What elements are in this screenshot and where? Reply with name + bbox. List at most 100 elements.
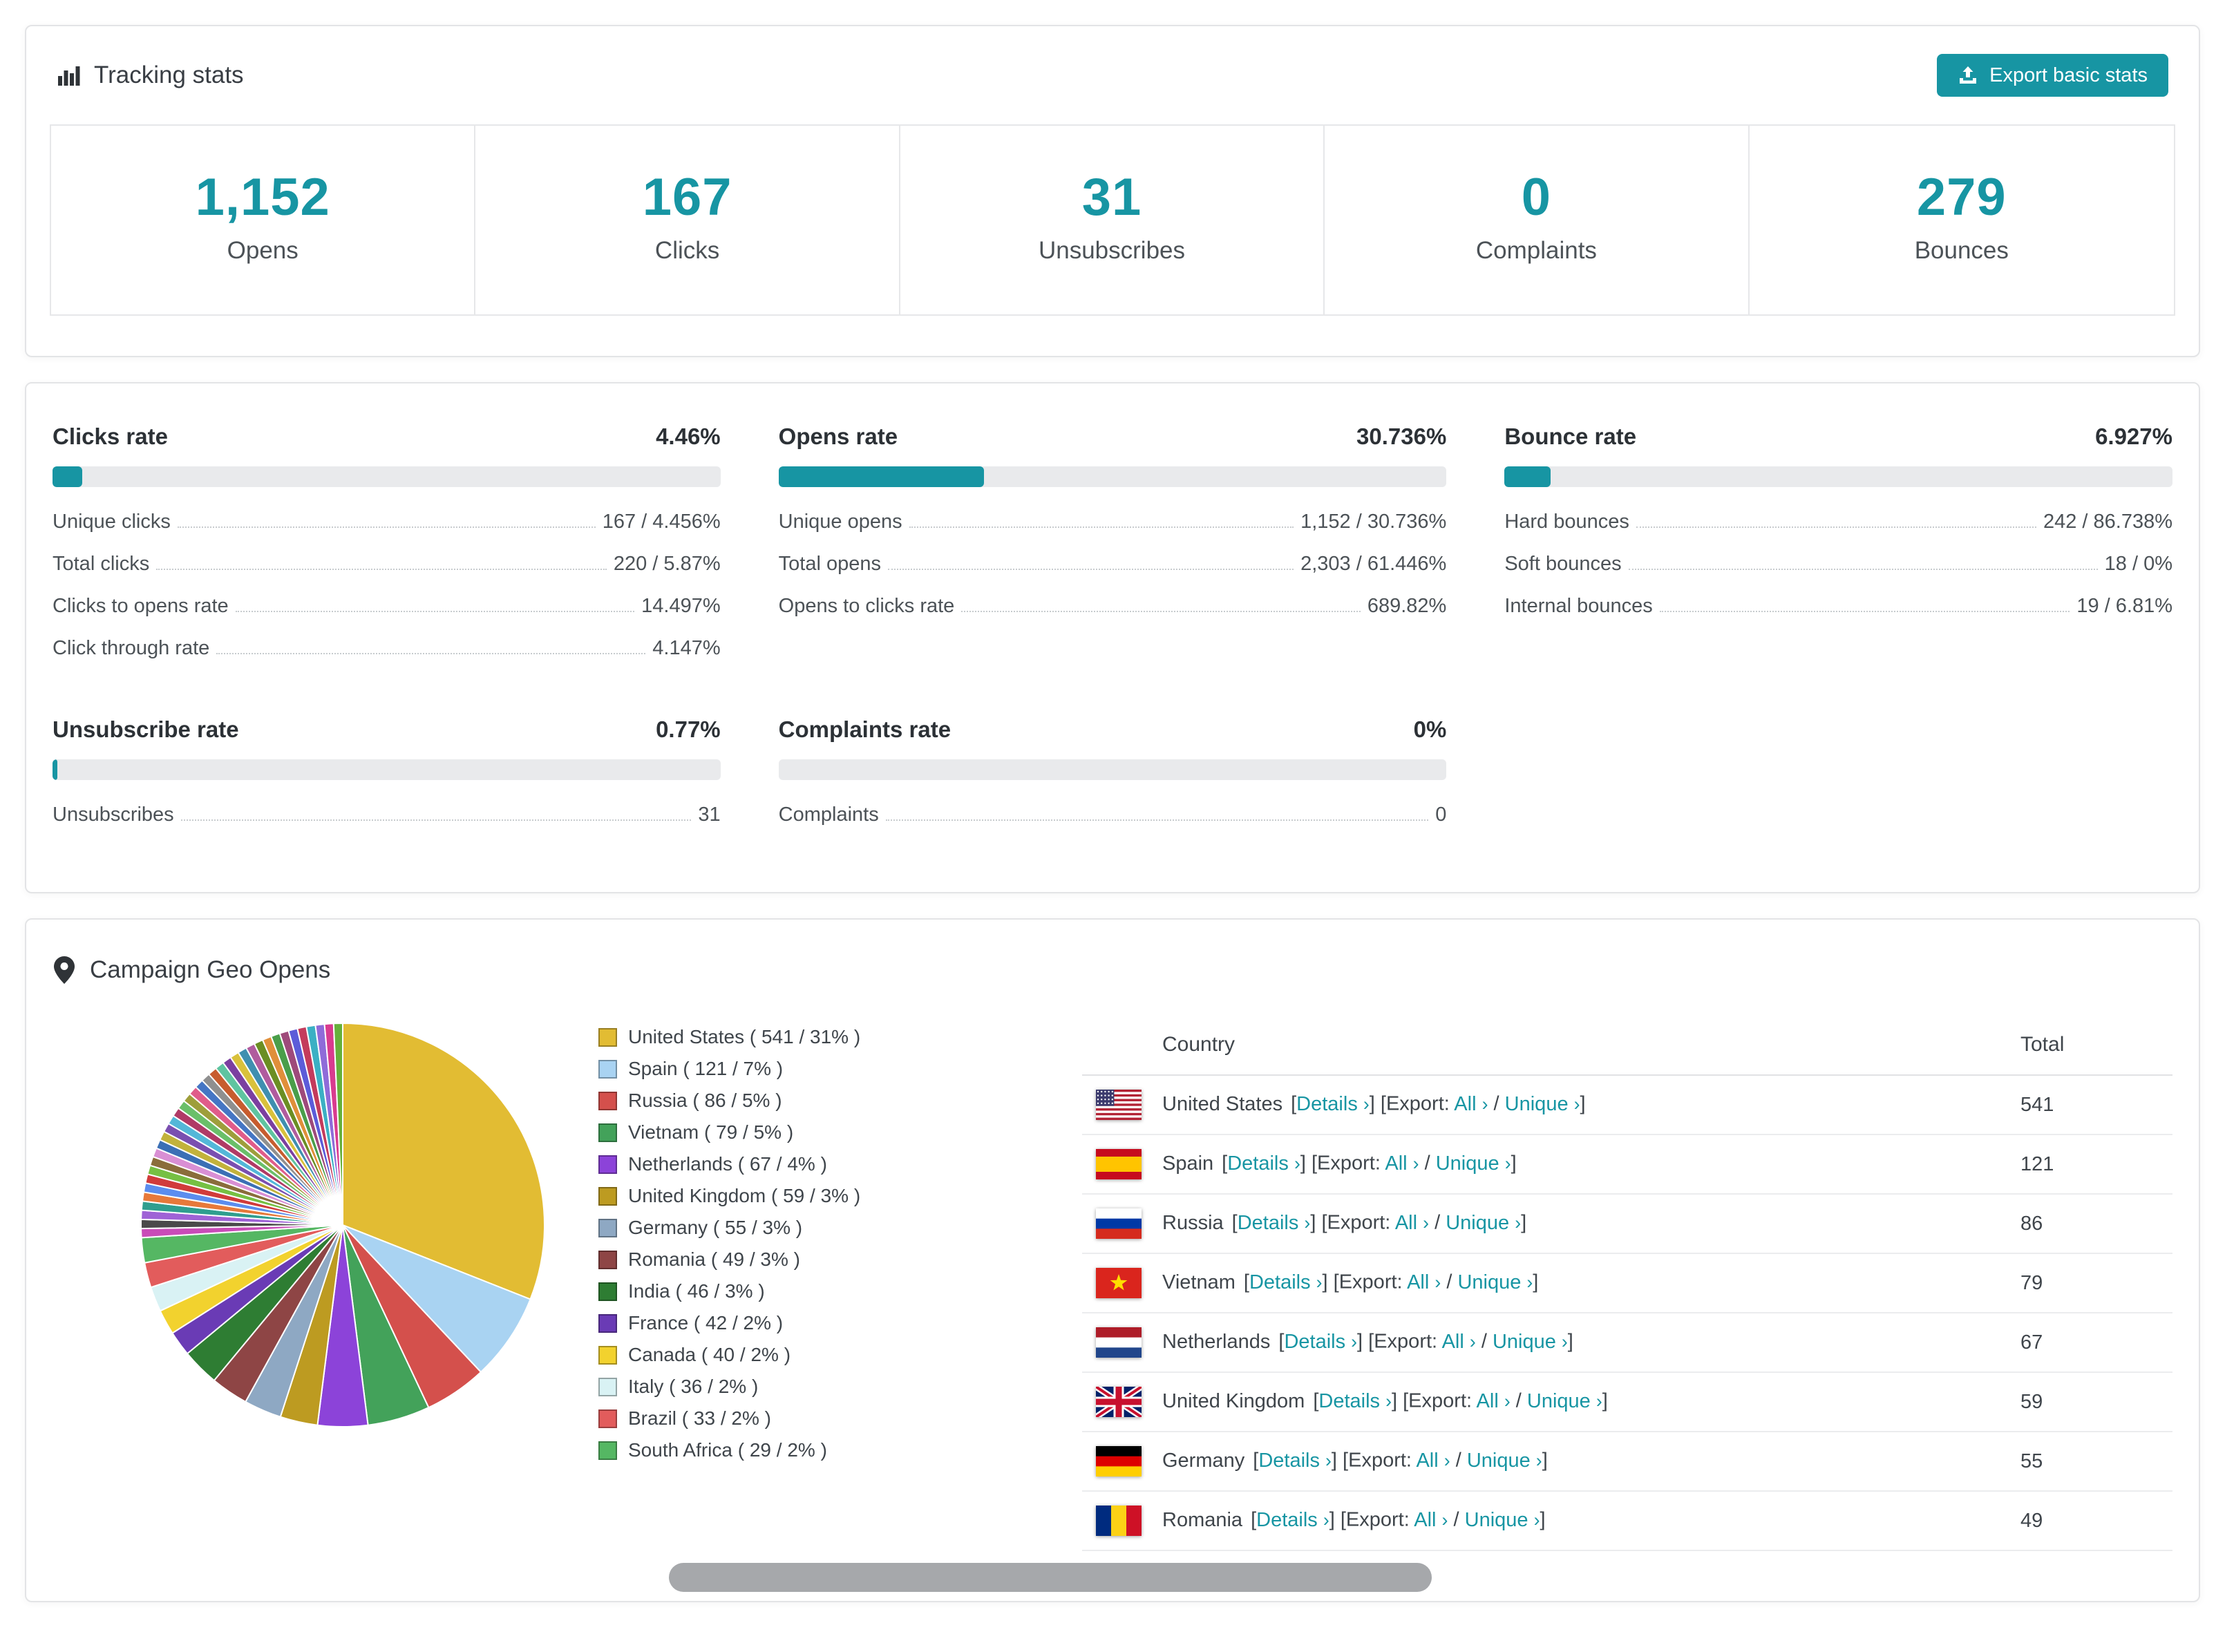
horizontal-scrollbar[interactable] [669,1563,1432,1592]
export-label: [Export: [1403,1389,1473,1412]
export-label: [Export: [1380,1092,1450,1115]
geo-table-body: United States [Details ›] [Export: All › … [1082,1075,2172,1551]
export-unique-link[interactable]: Unique › [1436,1152,1511,1175]
rate-title: Clicks rate [53,424,168,449]
geo-table-row-netherlands: Netherlands [Details ›] [Export: All › / … [1082,1313,2172,1373]
chevron-right-icon: › [1316,1271,1323,1293]
stat-value: 167 [642,168,732,227]
country-name: Vietnam [1162,1271,1235,1293]
export-all-link[interactable]: All › [1414,1509,1448,1531]
legend-label: Russia ( 86 / 5% ) [628,1090,782,1111]
legend-label: Romania ( 49 / 3% ) [628,1249,800,1270]
bracket: ] [1331,1449,1337,1472]
export-label: [Export: [1340,1508,1410,1531]
stat-value: 0 [1521,168,1552,227]
map-pin-icon [53,956,76,985]
stat-bounces: 279 Bounces [1750,126,2174,314]
dotted-leader [156,569,607,570]
export-unique-link[interactable]: Unique › [1493,1331,1568,1353]
rate-row-hard-bounces: Hard bounces 242 / 86.738% [1504,511,2172,533]
geo-table-row-romania: Romania [Details ›] [Export: All › / Uniq… [1082,1491,2172,1551]
legend-item-brazil: Brazil ( 33 / 2% ) [598,1407,1082,1430]
legend-item-india: India ( 46 / 3% ) [598,1280,1082,1302]
rate-percentage: 6.927% [2095,424,2172,449]
stat-unsubscribes: 31 Unsubscribes [900,126,1325,314]
legend-label: Brazil ( 33 / 2% ) [628,1407,771,1429]
rate-rows: Hard bounces 242 / 86.738% Soft bounces 18 … [1504,511,2172,618]
export-all-link[interactable]: All › [1454,1093,1488,1115]
rate-rows: Complaints 0 [779,804,1447,826]
legend-swatch [598,1377,617,1396]
details-link[interactable]: Details › [1227,1152,1300,1175]
stat-label: Opens [227,237,299,264]
export-all-link[interactable]: All › [1442,1331,1476,1353]
dotted-leader [177,526,596,528]
tracking-stats-card: Tracking stats Export basic stats 1,152 O… [25,25,2200,357]
export-label: [Export: [1333,1271,1403,1293]
export-unique-link[interactable]: Unique › [1467,1450,1542,1472]
rate-progressbar-fill [1504,466,1551,487]
bracket: [ [1251,1508,1257,1531]
details-link[interactable]: Details › [1256,1509,1329,1531]
legend-item-romania: Romania ( 49 / 3% ) [598,1249,1082,1271]
rate-title: Opens rate [778,424,898,449]
legend-label: Spain ( 121 / 7% ) [628,1058,784,1079]
export-all-link[interactable]: All › [1385,1152,1419,1175]
legend-swatch [598,1409,617,1428]
export-label: [Export: [1321,1211,1391,1234]
rate-row-label: Total clicks [53,553,150,575]
details-link[interactable]: Details › [1238,1212,1311,1234]
export-all-link[interactable]: All › [1395,1212,1429,1234]
flag-ru-icon [1096,1208,1142,1239]
details-link[interactable]: Details › [1249,1271,1323,1293]
export-unique-link[interactable]: Unique › [1446,1212,1521,1234]
export-unique-link[interactable]: Unique › [1505,1093,1580,1115]
rate-block-unsubscribe-rate: Unsubscribe rate 0.77% Unsubscribes 31 [53,716,721,826]
rate-row-soft-bounces: Soft bounces 18 / 0% [1504,553,2172,576]
bracket: ] [1533,1271,1539,1293]
legend-swatch [598,1059,617,1079]
dotted-leader [887,569,1294,570]
stat-label: Unsubscribes [1038,237,1186,264]
rate-progressbar [778,466,1447,487]
legend-item-italy: Italy ( 36 / 2% ) [598,1376,1082,1398]
stat-complaints: 0 Complaints [1325,126,1750,314]
rate-row-value: 18 / 0% [2104,553,2172,575]
export-unique-link[interactable]: Unique › [1457,1271,1533,1293]
tracking-stats-title: Tracking stats [57,61,244,89]
rate-progressbar [778,759,1447,780]
export-basic-stats-button[interactable]: Export basic stats [1937,54,2168,97]
details-link[interactable]: Details › [1318,1390,1392,1412]
legend-swatch [598,1218,617,1237]
rate-row-label: Soft bounces [1504,553,1622,575]
export-all-link[interactable]: All › [1477,1390,1511,1412]
legend-item-russia: Russia ( 86 / 5% ) [598,1090,1082,1112]
legend-swatch [598,1441,617,1460]
chevron-right-icon: › [1435,1271,1441,1293]
legend-swatch [598,1313,617,1333]
export-unique-link[interactable]: Unique › [1465,1509,1540,1531]
bracket: ] [1580,1092,1586,1115]
country-name: Russia [1162,1211,1224,1234]
dotted-leader [180,819,692,821]
bracket: ] [1511,1152,1517,1175]
bracket: ] [1322,1271,1328,1293]
export-all-link[interactable]: All › [1416,1450,1450,1472]
chevron-right-icon: › [1504,1390,1511,1412]
export-unique-link[interactable]: Unique › [1527,1390,1602,1412]
geo-table: Country Total United States [Details ›] [… [1082,1015,2172,1551]
legend-label: India ( 46 / 3% ) [628,1280,765,1302]
bracket: [ [1243,1271,1249,1293]
legend-swatch [598,1027,617,1047]
export-all-link[interactable]: All › [1407,1271,1441,1293]
chevron-right-icon: › [1323,1509,1329,1530]
chevron-right-icon: › [1469,1331,1476,1352]
details-link[interactable]: Details › [1284,1331,1357,1353]
details-link[interactable]: Details › [1296,1093,1370,1115]
rate-head: Complaints rate 0% [779,716,1447,743]
flag-ro-icon [1096,1506,1142,1536]
rate-head: Opens rate 30.736% [779,424,1447,450]
country-total: 79 [2020,1253,2172,1313]
rate-row-label: Internal bounces [1504,595,1653,617]
details-link[interactable]: Details › [1258,1450,1332,1472]
